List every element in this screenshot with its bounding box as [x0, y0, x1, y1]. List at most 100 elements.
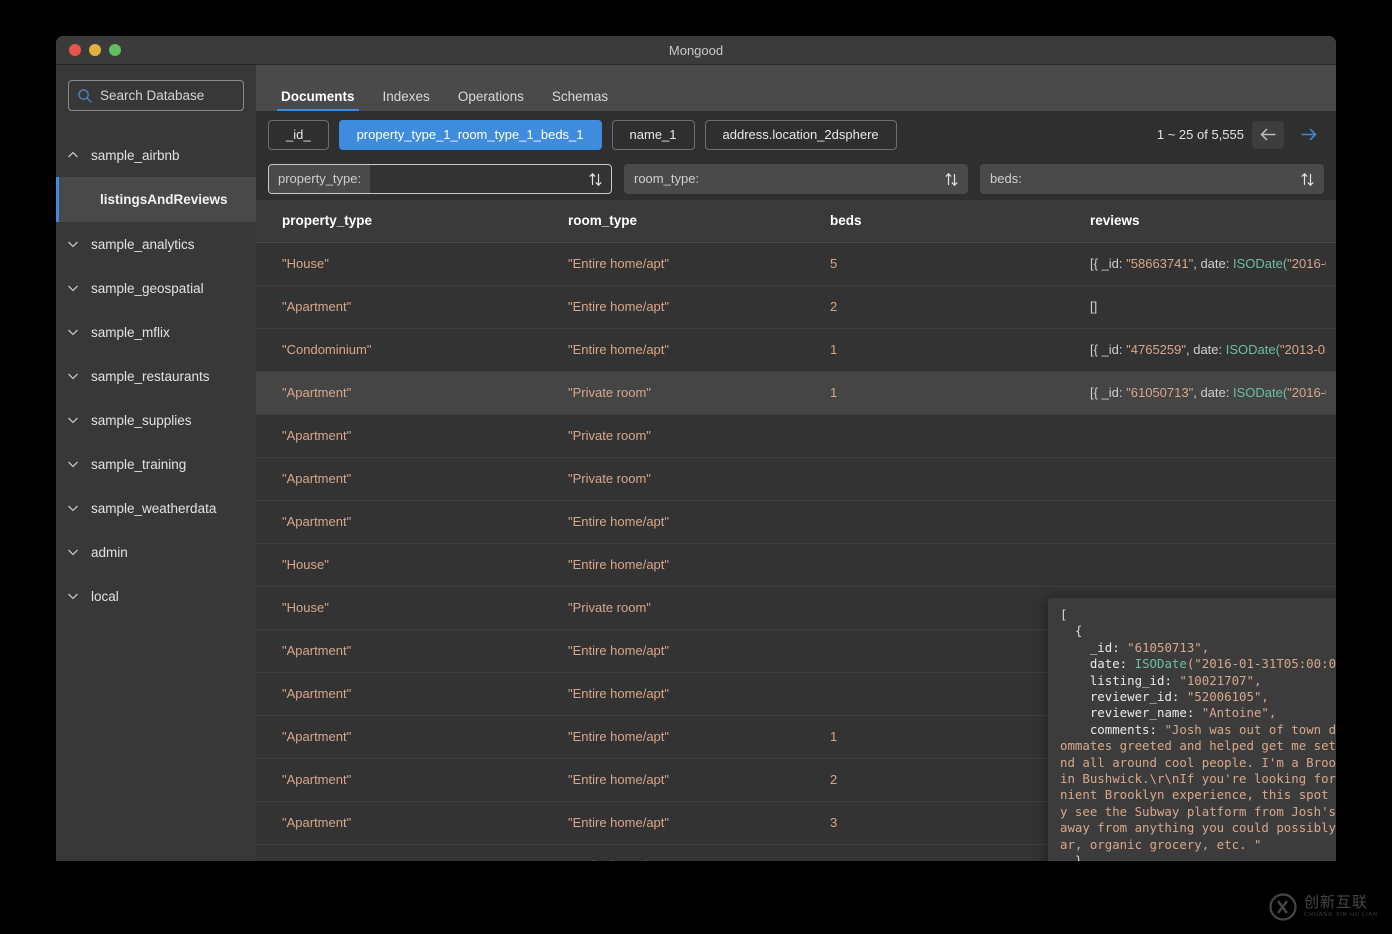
- search-input[interactable]: [100, 88, 235, 103]
- cell-beds[interactable]: 2: [804, 758, 1064, 802]
- cell-property_type[interactable]: "Apartment": [256, 801, 542, 845]
- cell-room_type[interactable]: "Entire home/apt": [542, 715, 804, 759]
- cell-room_type[interactable]: "Entire home/apt": [542, 629, 804, 673]
- table-row[interactable]: "Apartment" "Private room" 1[{ _id: "61050…: [256, 371, 1336, 415]
- cell-reviews[interactable]: [{ _id: "58663741", date: ISODate("2016-…: [1064, 242, 1326, 286]
- cell-property_type[interactable]: "Apartment": [256, 500, 542, 544]
- sort-updown-icon[interactable]: [944, 172, 959, 187]
- table-row[interactable]: "Apartment""Private room" {: [256, 457, 1336, 501]
- cell-beds[interactable]: 5: [804, 242, 1064, 286]
- cell-property_type[interactable]: "Condominium": [256, 328, 542, 372]
- sort-updown-icon[interactable]: [588, 172, 603, 187]
- cell-property_type[interactable]: "House": [256, 586, 542, 630]
- table-row[interactable]: "Apartment""Entire home/apt" {: [256, 500, 1336, 544]
- column-header-beds[interactable]: beds: [804, 200, 1064, 243]
- filter-beds[interactable]: beds:: [980, 164, 1324, 194]
- sidebar-item-admin[interactable]: admin: [56, 530, 256, 574]
- search-database-field[interactable]: [68, 80, 244, 111]
- close-window-button[interactable]: [69, 44, 81, 56]
- filter-property_type[interactable]: property_type:: [268, 164, 612, 194]
- column-header-room_type[interactable]: room_type: [542, 200, 804, 243]
- cell-reviews[interactable]: []: [1064, 285, 1326, 329]
- sidebar-item-sample_supplies[interactable]: sample_supplies: [56, 398, 256, 442]
- index-chip-2dsphere[interactable]: address.location_2dsphere: [704, 119, 897, 150]
- index-chip-name[interactable]: name_1: [611, 119, 695, 150]
- cell-room_type[interactable]: "Entire home/apt": [542, 285, 804, 329]
- cell-reviews-overflow[interactable]: {: [1326, 328, 1336, 372]
- cell-room_type[interactable]: "Entire home/apt": [542, 500, 804, 544]
- cell-property_type[interactable]: "Apartment": [256, 285, 542, 329]
- cell-property_type[interactable]: "Apartment": [256, 715, 542, 759]
- sidebar-item-sample_weatherdata[interactable]: sample_weatherdata: [56, 486, 256, 530]
- zoom-window-button[interactable]: [109, 44, 121, 56]
- column-header-reviews2[interactable]: re: [1326, 200, 1336, 243]
- cell-beds[interactable]: 1: [804, 715, 1064, 759]
- cell-reviews[interactable]: [1064, 500, 1326, 544]
- sidebar-item-listingsAndReviews[interactable]: listingsAndReviews: [56, 177, 256, 222]
- cell-reviews[interactable]: [{ _id: "4765259", date: ISODate("2013-0…: [1064, 328, 1326, 372]
- cell-property_type[interactable]: "Apartment": [256, 414, 542, 458]
- cell-room_type[interactable]: "Private room": [542, 457, 804, 501]
- cell-room_type[interactable]: "Entire home/apt": [542, 543, 804, 587]
- cell-room_type[interactable]: "Private room": [542, 586, 804, 630]
- cell-room_type[interactable]: "Entire home/apt": [542, 242, 804, 286]
- cell-beds[interactable]: [804, 457, 1064, 501]
- tab-schemas[interactable]: Schemas: [538, 89, 622, 111]
- cell-room_type[interactable]: "Entire home/apt": [542, 758, 804, 802]
- sort-updown-icon[interactable]: [1300, 172, 1315, 187]
- cell-property_type[interactable]: "Apartment": [256, 371, 542, 415]
- filter-value-input[interactable]: [708, 171, 936, 187]
- table-row[interactable]: "Apartment""Private room" {}: [256, 414, 1336, 458]
- table-row[interactable]: "House" "Entire home/apt" 5[{ _id: "586637…: [256, 242, 1336, 286]
- cell-room_type[interactable]: "Entire home/apt": [542, 672, 804, 716]
- cell-property_type[interactable]: "House": [256, 242, 542, 286]
- tab-operations[interactable]: Operations: [444, 89, 538, 111]
- filter-value-input[interactable]: [370, 171, 580, 187]
- cell-room_type[interactable]: "Private room": [542, 414, 804, 458]
- index-chip-id[interactable]: _id_: [268, 119, 329, 150]
- cell-property_type[interactable]: "Apartment": [256, 844, 542, 861]
- documents-table-container[interactable]: property_type room_type beds reviews re …: [256, 200, 1336, 861]
- cell-beds[interactable]: 1: [804, 328, 1064, 372]
- cell-reviews-overflow[interactable]: {: [1326, 543, 1336, 587]
- next-page-button[interactable]: [1292, 121, 1324, 149]
- cell-beds[interactable]: [804, 414, 1064, 458]
- tab-indexes[interactable]: Indexes: [369, 89, 444, 111]
- cell-room_type[interactable]: "Entire home/apt": [542, 328, 804, 372]
- tab-documents[interactable]: Documents: [267, 89, 369, 111]
- cell-room_type[interactable]: "Entire home/apt": [542, 844, 804, 861]
- cell-reviews-overflow[interactable]: {: [1326, 457, 1336, 501]
- cell-reviews[interactable]: [1064, 457, 1326, 501]
- cell-property_type[interactable]: "House": [256, 543, 542, 587]
- filter-value-input[interactable]: [1030, 171, 1292, 187]
- sidebar-item-sample_mflix[interactable]: sample_mflix: [56, 310, 256, 354]
- cell-reviews-overflow[interactable]: {: [1326, 371, 1336, 415]
- sidebar-item-sample_restaurants[interactable]: sample_restaurants: [56, 354, 256, 398]
- sidebar-item-sample_training[interactable]: sample_training: [56, 442, 256, 486]
- cell-reviews-overflow[interactable]: {}: [1326, 414, 1336, 458]
- column-header-property_type[interactable]: property_type: [256, 200, 542, 243]
- minimize-window-button[interactable]: [89, 44, 101, 56]
- column-header-reviews[interactable]: reviews: [1064, 200, 1326, 243]
- cell-room_type[interactable]: "Private room": [542, 371, 804, 415]
- sidebar-item-sample_geospatial[interactable]: sample_geospatial: [56, 266, 256, 310]
- table-row[interactable]: "House""Entire home/apt" {: [256, 543, 1336, 587]
- cell-beds[interactable]: [804, 543, 1064, 587]
- cell-beds[interactable]: [804, 672, 1064, 716]
- index-chip-selected[interactable]: property_type_1_room_type_1_beds_1: [338, 119, 602, 150]
- cell-room_type[interactable]: "Entire home/apt": [542, 801, 804, 845]
- sidebar-item-sample_analytics[interactable]: sample_analytics: [56, 222, 256, 266]
- cell-reviews[interactable]: [{ _id: "61050713", date: ISODate("2016-…: [1064, 371, 1326, 415]
- sidebar-item-local[interactable]: local: [56, 574, 256, 618]
- cell-beds[interactable]: [804, 586, 1064, 630]
- sidebar-item-sample_airbnb[interactable]: sample_airbnb: [56, 133, 256, 177]
- cell-beds[interactable]: 2: [804, 285, 1064, 329]
- cell-beds[interactable]: 1: [804, 371, 1064, 415]
- previous-page-button[interactable]: [1252, 120, 1284, 149]
- cell-reviews-overflow[interactable]: {: [1326, 242, 1336, 286]
- cell-property_type[interactable]: "Apartment": [256, 457, 542, 501]
- cell-reviews-overflow[interactable]: {: [1326, 500, 1336, 544]
- cell-property_type[interactable]: "Apartment": [256, 629, 542, 673]
- table-row[interactable]: "Apartment""Entire home/apt"2[]{}: [256, 285, 1336, 329]
- filter-room_type[interactable]: room_type:: [624, 164, 968, 194]
